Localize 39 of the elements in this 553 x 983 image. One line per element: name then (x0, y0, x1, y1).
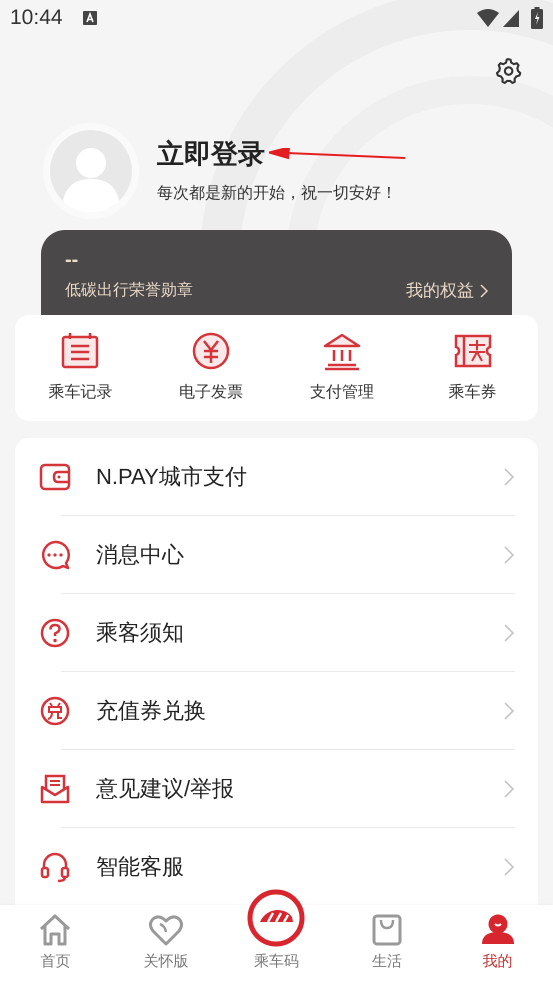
chevron-icon (504, 780, 514, 798)
menu-row[interactable]: 消息中心 (15, 516, 538, 593)
login-link[interactable]: 立即登录 (157, 136, 265, 172)
menu-row[interactable]: N.PAY城市支付 (15, 438, 538, 515)
welcome-text: 每次都是新的开始，祝一切安好！ (157, 184, 398, 204)
tab[interactable]: 我的 (442, 905, 553, 983)
shortcut-button[interactable]: 乘车记录 (15, 331, 146, 405)
menu-row[interactable]: 充值券兑换 (15, 672, 538, 749)
menu-row[interactable]: 乘客须知 (15, 594, 538, 671)
tab[interactable]: 生活 (332, 905, 442, 983)
tab[interactable]: 首页 (0, 905, 111, 983)
battery-icon (531, 7, 543, 29)
shortcut-button[interactable]: 乘车券 (407, 331, 538, 405)
signal-icon (503, 9, 519, 27)
keyboard-icon (82, 11, 97, 25)
shortcut-button[interactable]: 电子发票 (146, 331, 276, 405)
chat-bubble-icon (39, 538, 71, 570)
shortcut-button[interactable]: 支付管理 (276, 331, 408, 405)
menu-row[interactable]: 意见建议/举报 (15, 750, 538, 827)
chevron-icon (504, 624, 514, 642)
help-icon (39, 616, 71, 648)
yuan-icon (191, 331, 232, 371)
menu-row[interactable]: 智能客服 (15, 828, 538, 905)
chevron-icon (504, 858, 514, 876)
mail-icon (39, 772, 71, 804)
chevron-icon (504, 468, 514, 486)
wifi-icon (477, 9, 499, 27)
badge-value: -- (65, 250, 80, 270)
tab[interactable]: 关怀版 (110, 905, 222, 983)
exchange-icon (39, 694, 71, 726)
badge-label: 低碳出行荣誉勋章 (65, 280, 193, 301)
calendar-icon (60, 331, 100, 371)
benefits-link[interactable]: 我的权益 (406, 278, 488, 304)
status-time: 10:44 (10, 5, 63, 32)
headset-icon (39, 850, 71, 882)
bank-icon (322, 331, 362, 371)
chevron-icon (504, 702, 514, 720)
chevron-icon (480, 284, 488, 298)
chevron-icon (504, 546, 514, 564)
